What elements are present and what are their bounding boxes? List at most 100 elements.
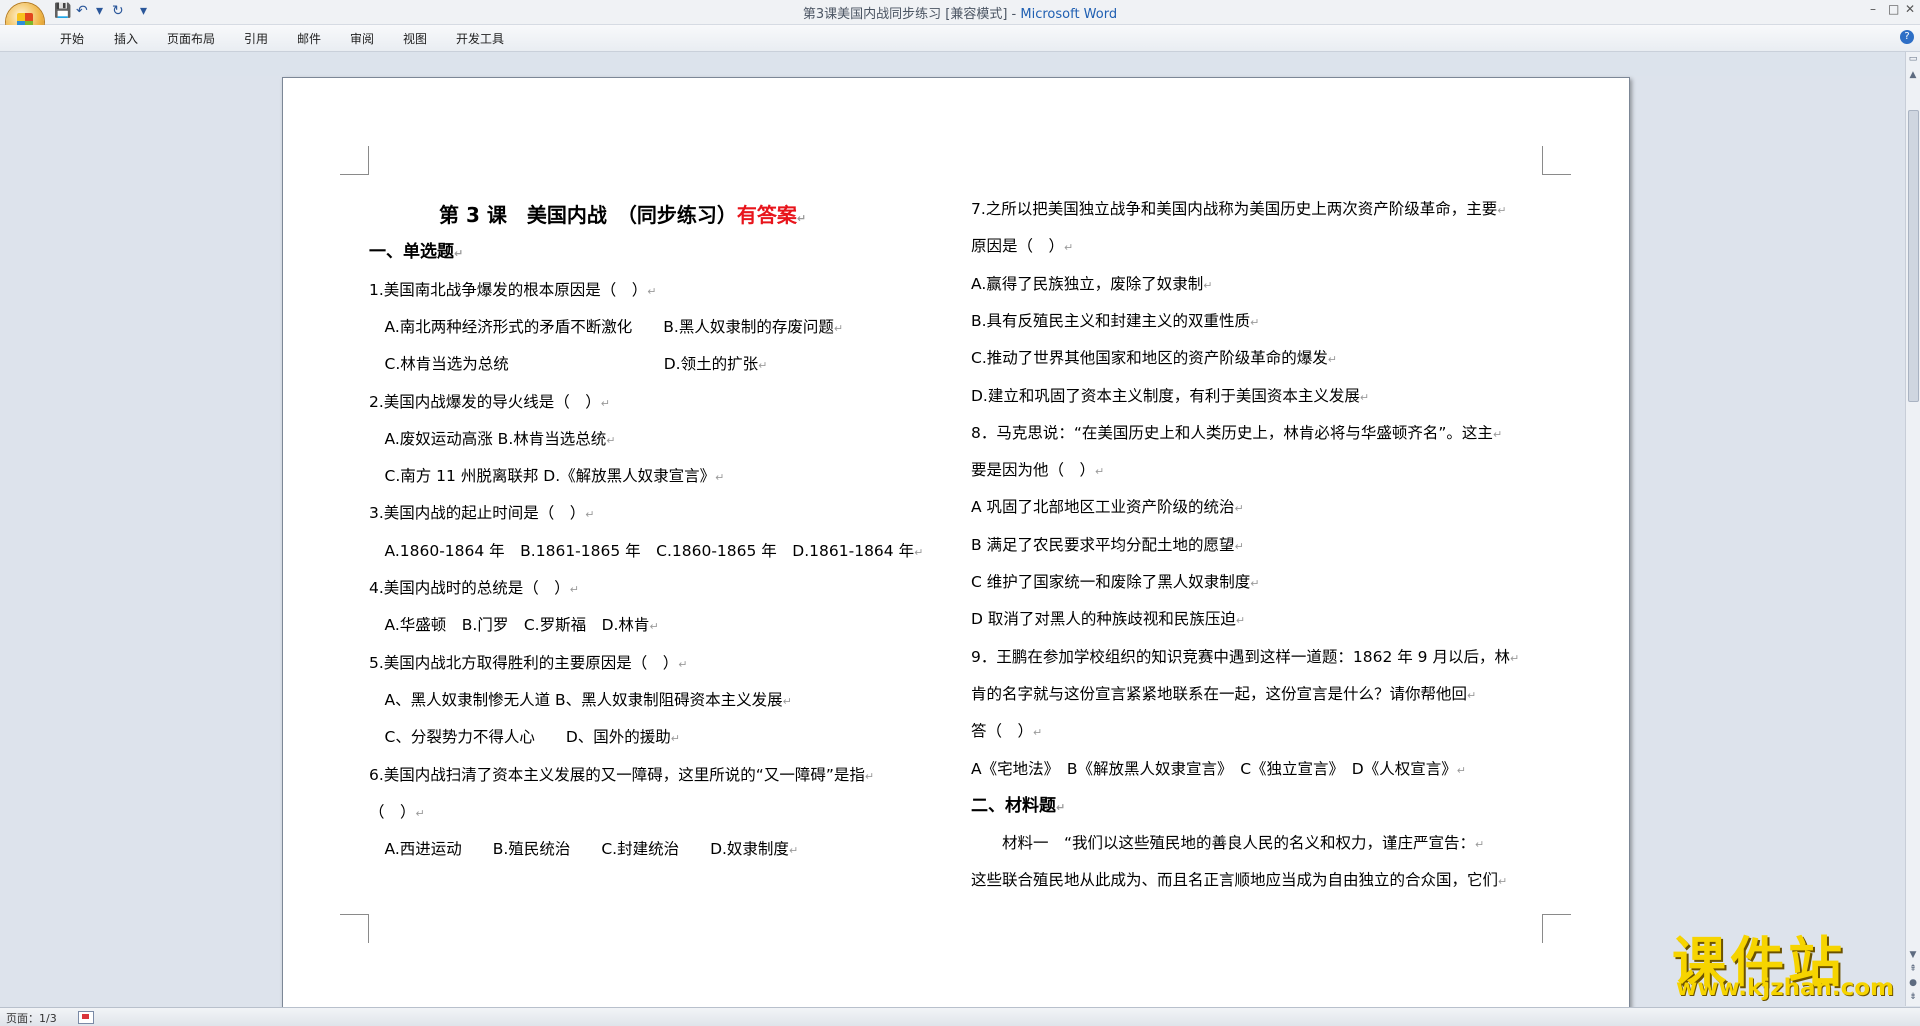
paragraph-mark-icon: ↵ [788, 844, 799, 858]
paragraph-mark-icon: ↵ [647, 284, 657, 298]
document-line: B 满足了农民要求平均分配土地的愿望↵ [971, 534, 1244, 558]
line-text: 6.美国内战扫清了资本主义发展的又一障碍，这里所说的“又一障碍”是指 [369, 765, 865, 784]
ruler-area [0, 52, 1906, 76]
tab-insert[interactable]: 插入 [114, 30, 138, 47]
paragraph-mark-icon: ↵ [678, 657, 688, 671]
document-line: C.推动了世界其他国家和地区的资产阶级革命的爆发↵ [971, 347, 1337, 371]
line-text: 2.美国内战爆发的导火线是（ ） [369, 392, 601, 411]
line-text: 一、单选题 [369, 242, 454, 263]
close-button[interactable]: ✕ [1905, 2, 1915, 16]
document-line: 5.美国内战北方取得胜利的主要原因是（ ）↵ [369, 652, 688, 676]
line-text: C.林肯当选为总统 D.领土的扩张 [369, 355, 759, 374]
line-text: A《宅地法》 B《解放黑人奴隶宣言》 C《独立宣言》 D《人权宣言》 [971, 759, 1457, 778]
line-text: 肯的名字就与这份宣言紧紧地联系在一起，这份宣言是什么？请你帮他回 [971, 684, 1468, 703]
maximize-button[interactable]: □ [1888, 2, 1899, 16]
line-text: A.赢得了民族独立，废除了奴隶制 [971, 274, 1204, 293]
tab-page-layout[interactable]: 页面布局 [167, 30, 215, 47]
paragraph-mark-icon: ↵ [1203, 278, 1213, 292]
next-page-icon[interactable]: ⇟ [1908, 992, 1918, 1002]
line-text: A 巩固了北部地区工业资产阶级的统治 [971, 498, 1235, 517]
document-page[interactable]: 第 3 课 美国内战 （同步练习）有答案↵ 一、单选题↵ 1.美国南北战争爆发的根本… [282, 77, 1630, 1009]
line-text: 要是因为他（ ） [971, 461, 1096, 480]
paragraph-mark-icon: ↵ [454, 247, 464, 261]
paragraph-mark-icon: ↵ [1234, 539, 1244, 553]
line-text: 4.美国内战时的总统是（ ） [369, 579, 570, 597]
help-icon[interactable]: ? [1900, 30, 1914, 44]
line-text: 9．王鹏在参加学校组织的知识竞赛中遇到这样一道题：1862 年 9 月以后，林 [971, 647, 1510, 666]
document-line: A.南北两种经济形式的矛盾不断激化 B.黑人奴隶制的存废问题↵ [369, 316, 844, 340]
previous-page-icon[interactable]: ⇞ [1908, 964, 1918, 974]
document-line: 材料一 “我们以这些殖民地的善良人民的名义和权力，谨庄严宣告：↵ [971, 832, 1484, 856]
line-text: A.废奴运动高涨 B.林肯当选总统 [369, 429, 607, 448]
line-text: （ ） [369, 802, 416, 821]
paragraph-mark-icon: ↵ [600, 396, 611, 410]
document-line: B.具有反殖民主义和封建主义的双重性质↵ [971, 310, 1259, 334]
line-text: 1.美国南北战争爆发的根本原因是（ ） [369, 280, 648, 299]
line-text: A.南北两种经济形式的矛盾不断激化 B.黑人奴隶制的存废问题 [369, 317, 834, 336]
document-line: 9．王鹏在参加学校组织的知识竞赛中遇到这样一道题：1862 年 9 月以后，林↵ [971, 646, 1519, 670]
line-text: C、分裂势力不得人心 D、国外的援助 [369, 728, 671, 747]
paragraph-mark-icon: ↵ [796, 212, 807, 225]
ruler-toggle-icon[interactable]: ▭ [1908, 54, 1918, 64]
tab-home[interactable]: 开始 [60, 30, 84, 47]
browse-object-icon[interactable]: ● [1908, 978, 1918, 988]
paragraph-mark-icon: ↵ [585, 508, 595, 522]
watermark-url: www.kjzhan.com [1676, 975, 1894, 1001]
document-line: C 维护了国家统一和废除了黑人奴隶制度↵ [971, 571, 1259, 595]
line-text: C.南方 11 州脱离联邦 D.《解放黑人奴隶宣言》 [369, 467, 716, 486]
line-text: 这些联合殖民地从此成为、而且名正言顺地应当成为自由独立的合众国，它们 [971, 871, 1499, 890]
tab-review[interactable]: 审阅 [350, 30, 374, 47]
paragraph-mark-icon: ↵ [1475, 838, 1485, 852]
document-line: 8．马克思说：“在美国历史上和人类历史上，林肯必将与华盛顿齐名”。这主↵ [971, 422, 1502, 446]
section-heading: 二、材料题↵ [971, 795, 1065, 819]
crop-mark-top-left [340, 146, 369, 175]
status-bar: 页面：1/3 [0, 1007, 1920, 1026]
line-text: 二、材料题 [971, 795, 1056, 816]
line-text: A.1860-1864 年 B.1861-1865 年 C.1860-1865 … [369, 541, 915, 560]
line-text: A.西进运动 B.殖民统治 C.封建统治 D.奴隶制度 [369, 840, 789, 859]
section-heading: 一、单选题↵ [369, 241, 463, 265]
minimize-button[interactable]: – [1870, 2, 1876, 16]
tab-view[interactable]: 视图 [403, 30, 427, 47]
paragraph-mark-icon: ↵ [1064, 241, 1074, 255]
paragraph-mark-icon: ↵ [1467, 688, 1477, 702]
paragraph-mark-icon: ↵ [833, 321, 844, 335]
document-line: D.建立和巩固了资本主义制度，有利于美国资本主义发展↵ [971, 385, 1369, 409]
document-name: 第3课美国内战同步练习 [兼容模式] - [802, 7, 1021, 22]
vertical-scrollbar[interactable]: ▭ ▲ ▼ ⇞ ● ⇟ [1905, 52, 1920, 1006]
paragraph-mark-icon: ↵ [670, 732, 680, 746]
line-text: 原因是（ ） [971, 237, 1065, 256]
tab-mailings[interactable]: 邮件 [297, 30, 321, 47]
paragraph-mark-icon: ↵ [606, 433, 616, 447]
paragraph-mark-icon: ↵ [1509, 651, 1520, 665]
line-text: D.建立和巩固了资本主义制度，有利于美国资本主义发展 [971, 386, 1360, 405]
proofing-icon[interactable] [78, 1011, 94, 1024]
tab-references[interactable]: 引用 [244, 30, 268, 47]
paragraph-mark-icon: ↵ [1033, 726, 1043, 740]
tab-developer[interactable]: 开发工具 [456, 30, 504, 47]
paragraph-mark-icon: ↵ [569, 583, 580, 596]
document-line: 2.美国内战爆发的导火线是（ ）↵ [369, 391, 610, 415]
line-text: A.华盛顿 B.门罗 C.罗斯福 D.林肯 [369, 616, 650, 635]
paragraph-mark-icon: ↵ [1234, 502, 1244, 516]
document-line: （ ）↵ [369, 801, 425, 825]
crop-mark-top-right [1542, 146, 1571, 175]
page-indicator[interactable]: 页面：1/3 [6, 1010, 57, 1026]
crop-mark-bottom-left [340, 914, 369, 943]
line-text: C.推动了世界其他国家和地区的资产阶级革命的爆发 [971, 349, 1328, 368]
line-text: B 满足了农民要求平均分配土地的愿望 [971, 535, 1235, 554]
line-text: 5.美国内战北方取得胜利的主要原因是（ ） [369, 653, 679, 672]
paragraph-mark-icon: ↵ [864, 769, 875, 783]
scroll-up-icon[interactable]: ▲ [1908, 70, 1918, 80]
scroll-down-icon[interactable]: ▼ [1908, 950, 1918, 960]
paragraph-mark-icon: ↵ [1497, 204, 1507, 217]
paragraph-mark-icon: ↵ [1235, 614, 1246, 628]
document-line: A.华盛顿 B.门罗 C.罗斯福 D.林肯↵ [369, 614, 659, 638]
scroll-thumb[interactable] [1908, 110, 1919, 402]
line-text: 材料一 “我们以这些殖民地的善良人民的名义和权力，谨庄严宣告： [971, 834, 1476, 853]
paragraph-mark-icon: ↵ [1327, 353, 1337, 367]
document-line: C、分裂势力不得人心 D、国外的援助↵ [369, 726, 680, 750]
document-line: D 取消了对黑人的种族歧视和民族压迫↵ [971, 608, 1245, 632]
line-text: 第 3 课 美国内战 （同步练习） [439, 203, 737, 227]
paragraph-mark-icon: ↵ [1498, 875, 1508, 889]
